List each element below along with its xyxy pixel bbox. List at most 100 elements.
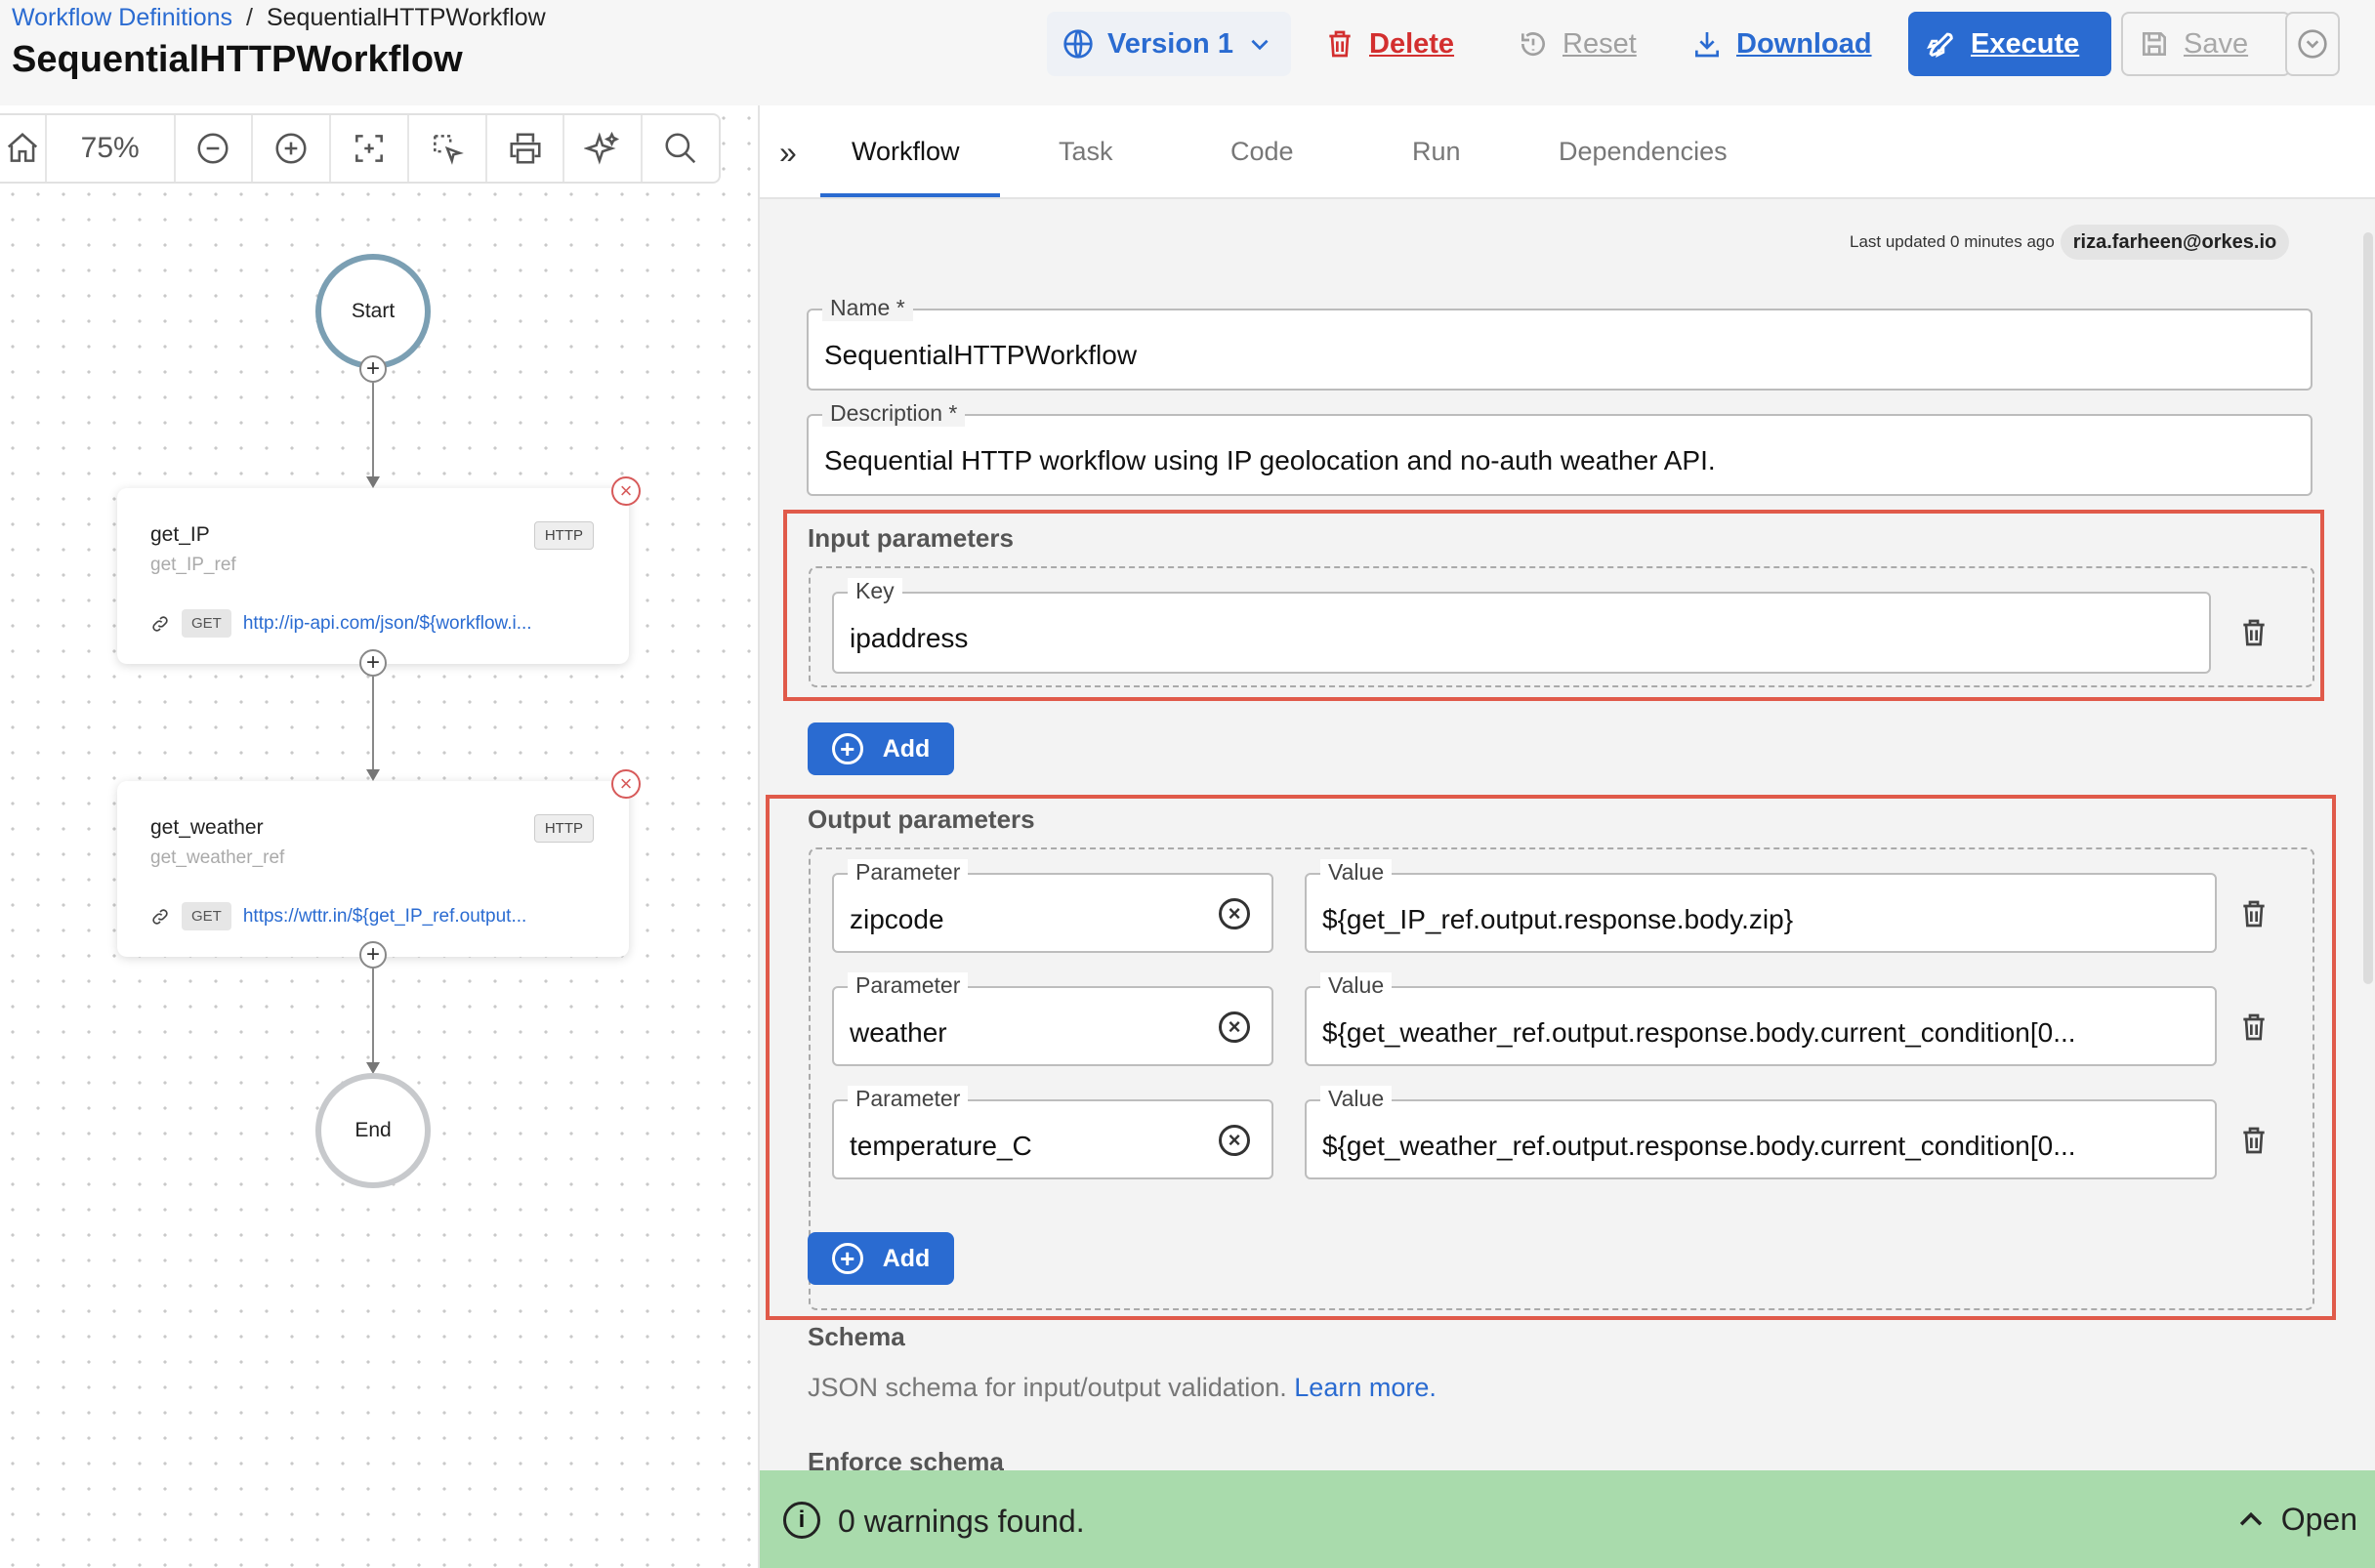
save-button[interactable]: Save bbox=[2121, 12, 2291, 76]
page-title: SequentialHTTPWorkflow bbox=[12, 39, 463, 80]
description-value: Sequential HTTP workflow using IP geoloc… bbox=[824, 445, 1716, 475]
tab-workflow[interactable]: Workflow bbox=[852, 137, 960, 167]
task-url-row: GET https://wttr.in/${get_IP_ref.output.… bbox=[150, 902, 526, 930]
breadcrumb: Workflow Definitions / SequentialHTTPWor… bbox=[12, 4, 546, 32]
clear-circle-icon[interactable]: × bbox=[1219, 1125, 1250, 1156]
output-param-field[interactable]: Parameter weather × bbox=[832, 972, 1273, 1066]
name-field[interactable]: Name * SequentialHTTPWorkflow bbox=[807, 295, 2312, 391]
value-label: Value bbox=[1320, 859, 1393, 886]
version-label: Version 1 bbox=[1107, 27, 1233, 60]
open-warnings-button[interactable]: Open bbox=[2234, 1502, 2357, 1538]
breadcrumb-separator: / bbox=[246, 4, 253, 31]
panel-scrollbar[interactable] bbox=[2363, 232, 2373, 984]
output-value-field[interactable]: Value ${get_weather_ref.output.response.… bbox=[1305, 1086, 2217, 1179]
output-parameters-title: Output parameters bbox=[808, 805, 1035, 834]
save-label: Save bbox=[2184, 27, 2249, 60]
delete-output-trash-icon[interactable] bbox=[2238, 1123, 2270, 1158]
output-value-field[interactable]: Value ${get_IP_ref.output.response.body.… bbox=[1305, 859, 2217, 953]
trash-icon bbox=[1329, 30, 1351, 58]
save-options-button[interactable] bbox=[2285, 12, 2340, 76]
output-value-field[interactable]: Value ${get_weather_ref.output.response.… bbox=[1305, 972, 2217, 1066]
clear-circle-icon[interactable]: × bbox=[1219, 1011, 1250, 1043]
remove-task-icon[interactable]: × bbox=[611, 769, 641, 799]
active-tab-indicator bbox=[820, 193, 1000, 197]
download-icon bbox=[1695, 32, 1719, 58]
schema-title: Schema bbox=[808, 1322, 905, 1351]
task-type-badge: HTTP bbox=[533, 814, 594, 843]
reset-icon bbox=[1521, 32, 1545, 57]
task-name: get_weather bbox=[150, 816, 264, 839]
tab-run[interactable]: Run bbox=[1412, 137, 1461, 167]
output-param-field[interactable]: Parameter temperature_C × bbox=[832, 1086, 1273, 1179]
schema-description: JSON schema for input/output validation.… bbox=[808, 1373, 1437, 1403]
panel-tabs: » Workflow Task Code Run Dependencies bbox=[760, 105, 2375, 199]
breadcrumb-parent-link[interactable]: Workflow Definitions bbox=[12, 4, 232, 32]
delete-input-trash-icon[interactable] bbox=[2238, 615, 2270, 650]
edge-arrow bbox=[366, 769, 380, 781]
parameter-label: Parameter bbox=[848, 1086, 969, 1112]
name-value: SequentialHTTPWorkflow bbox=[824, 340, 1138, 370]
tab-code[interactable]: Code bbox=[1230, 137, 1294, 167]
task-ref: get_IP_ref bbox=[150, 555, 236, 575]
ai-assist-button[interactable] bbox=[564, 115, 644, 182]
value-label: Value bbox=[1320, 972, 1393, 999]
download-label: Download bbox=[1736, 27, 1872, 60]
task-card-get-weather[interactable]: get_weather get_weather_ref HTTP GET htt… bbox=[117, 769, 641, 957]
zoom-in-button[interactable] bbox=[253, 115, 332, 182]
rocket-icon bbox=[1927, 32, 1953, 58]
parameter-label: Parameter bbox=[848, 972, 969, 999]
add-output-button[interactable]: + Add bbox=[808, 1232, 954, 1285]
select-area-button[interactable] bbox=[409, 115, 487, 182]
warnings-bar: i 0 warnings found. Open bbox=[760, 1470, 2375, 1568]
clear-circle-icon[interactable]: × bbox=[1219, 898, 1250, 929]
home-button[interactable] bbox=[0, 115, 47, 182]
input-key-field[interactable]: Key ipaddress bbox=[832, 578, 2211, 674]
edge-arrow bbox=[366, 476, 380, 488]
output-value: ${get_IP_ref.output.response.body.zip} bbox=[1322, 904, 1794, 934]
learn-more-link[interactable]: Learn more. bbox=[1294, 1373, 1437, 1402]
task-name: get_IP bbox=[150, 523, 210, 546]
output-value: ${get_weather_ref.output.response.body.c… bbox=[1322, 1017, 2076, 1048]
add-task-after-get-ip-button[interactable]: + bbox=[359, 649, 387, 677]
add-task-after-start-button[interactable]: + bbox=[359, 355, 387, 383]
home-icon bbox=[7, 133, 38, 162]
add-task-after-get-weather-button[interactable]: + bbox=[359, 941, 387, 969]
fit-view-icon bbox=[355, 135, 383, 162]
open-label: Open bbox=[2280, 1502, 2357, 1537]
download-button[interactable]: Download bbox=[1676, 12, 1888, 76]
key-value: ipaddress bbox=[850, 623, 969, 653]
task-card-get-ip[interactable]: get_IP get_IP_ref HTTP GET http://ip-api… bbox=[117, 476, 641, 664]
end-node[interactable]: End bbox=[315, 1073, 431, 1188]
task-type-badge: HTTP bbox=[533, 521, 594, 550]
add-label: Add bbox=[882, 734, 931, 763]
zoom-out-icon bbox=[197, 133, 229, 164]
start-node[interactable]: Start bbox=[315, 254, 431, 369]
search-button[interactable] bbox=[643, 115, 719, 182]
delete-output-trash-icon[interactable] bbox=[2238, 896, 2270, 931]
reset-button[interactable]: Reset bbox=[1502, 12, 1652, 76]
parameter-value: temperature_C bbox=[850, 1131, 1032, 1161]
version-select[interactable]: Version 1 bbox=[1047, 12, 1291, 76]
tab-task[interactable]: Task bbox=[1059, 137, 1113, 167]
zoom-out-button[interactable] bbox=[176, 115, 254, 182]
fit-view-button[interactable] bbox=[331, 115, 409, 182]
last-updated-text: Last updated 0 minutes ago bbox=[1850, 232, 2055, 251]
tab-dependencies[interactable]: Dependencies bbox=[1559, 137, 1728, 167]
description-field[interactable]: Description * Sequential HTTP workflow u… bbox=[807, 400, 2312, 496]
print-button[interactable] bbox=[487, 115, 565, 182]
add-input-button[interactable]: + Add bbox=[808, 722, 954, 775]
chevron-down-icon bbox=[1251, 39, 1269, 51]
plus-circle-icon: + bbox=[831, 1243, 863, 1274]
delete-button[interactable]: Delete bbox=[1309, 12, 1470, 76]
edge-start-get-ip bbox=[372, 383, 374, 480]
remove-task-icon[interactable]: × bbox=[611, 476, 641, 506]
output-param-field[interactable]: Parameter zipcode × bbox=[832, 859, 1273, 953]
parameter-value: weather bbox=[850, 1017, 947, 1048]
description-label: Description * bbox=[822, 400, 966, 427]
execute-button[interactable]: Execute bbox=[1908, 12, 2111, 76]
delete-output-trash-icon[interactable] bbox=[2238, 1010, 2270, 1045]
save-icon bbox=[2143, 32, 2166, 56]
collapse-panel-icon[interactable]: » bbox=[779, 135, 797, 171]
select-area-icon bbox=[433, 135, 464, 165]
edge-get-weather-end bbox=[372, 969, 374, 1066]
